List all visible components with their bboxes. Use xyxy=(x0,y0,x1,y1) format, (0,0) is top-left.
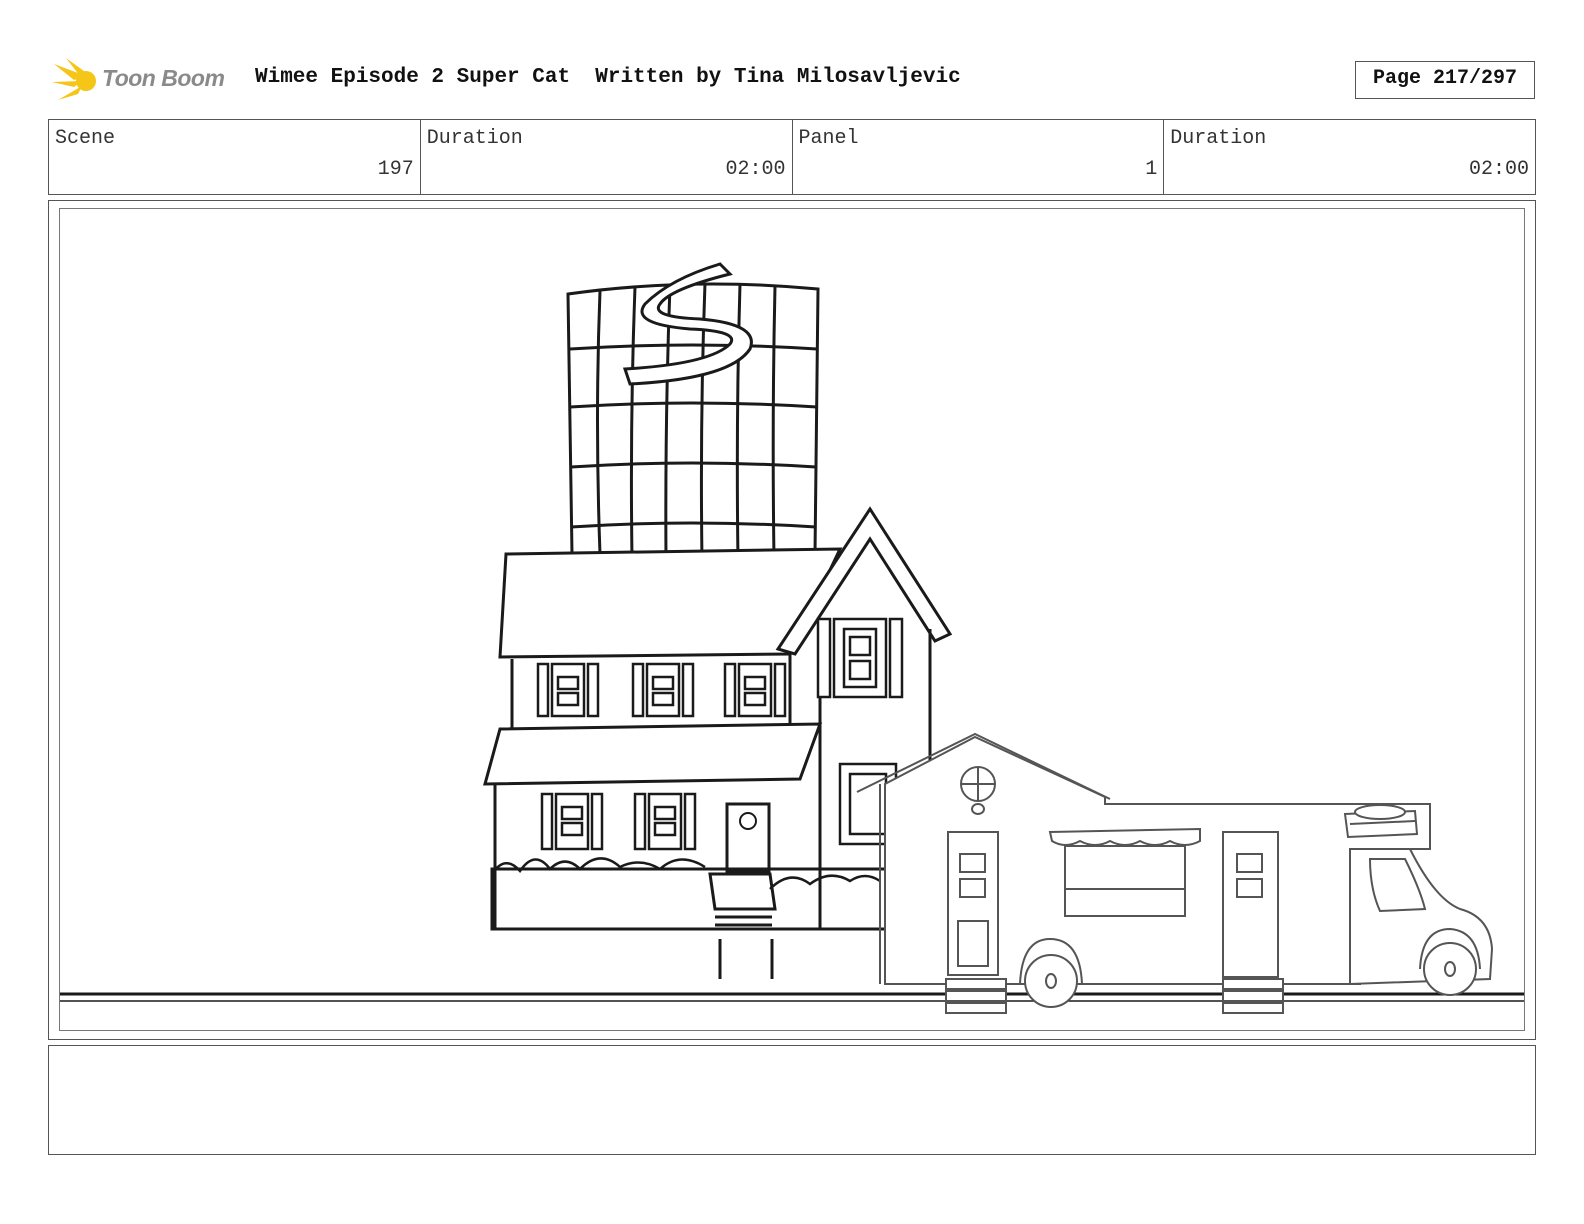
panel-duration-label: Duration xyxy=(1170,127,1267,150)
storyboard-panel xyxy=(48,200,1536,1040)
scene-label: Scene xyxy=(55,127,116,150)
panel-duration-cell: Duration 02:00 xyxy=(1164,120,1535,194)
scene-duration-cell: Duration 02:00 xyxy=(421,120,793,194)
panel-cell: Panel 1 xyxy=(793,120,1165,194)
scene-cell: Scene 197 xyxy=(49,120,421,194)
food-truck xyxy=(856,732,1494,1014)
starburst-icon xyxy=(52,58,96,100)
sketch-drawing xyxy=(60,262,1524,1014)
scene-duration-value: 02:00 xyxy=(725,158,786,181)
panel-notes xyxy=(48,1045,1536,1155)
street-lines xyxy=(60,992,1524,1002)
super-tower xyxy=(566,262,820,562)
panel-duration-value: 02:00 xyxy=(1468,158,1529,181)
scene-info-table: Scene 197 Duration 02:00 Panel 1 Duratio… xyxy=(48,119,1536,195)
toon-boom-logo: Toon Boom xyxy=(52,56,242,106)
page-indicator: Page 217/297 xyxy=(1355,61,1535,99)
panel-label: Panel xyxy=(798,127,859,150)
logo-wordmark: Toon Boom xyxy=(102,65,225,91)
scene-value: 197 xyxy=(377,158,414,181)
panel-drawing-area xyxy=(59,208,1525,1031)
panel-value: 1 xyxy=(1145,158,1158,181)
document-title: Wimee Episode 2 Super Cat Written by Tin… xyxy=(255,66,961,89)
scene-duration-label: Duration xyxy=(426,127,523,150)
